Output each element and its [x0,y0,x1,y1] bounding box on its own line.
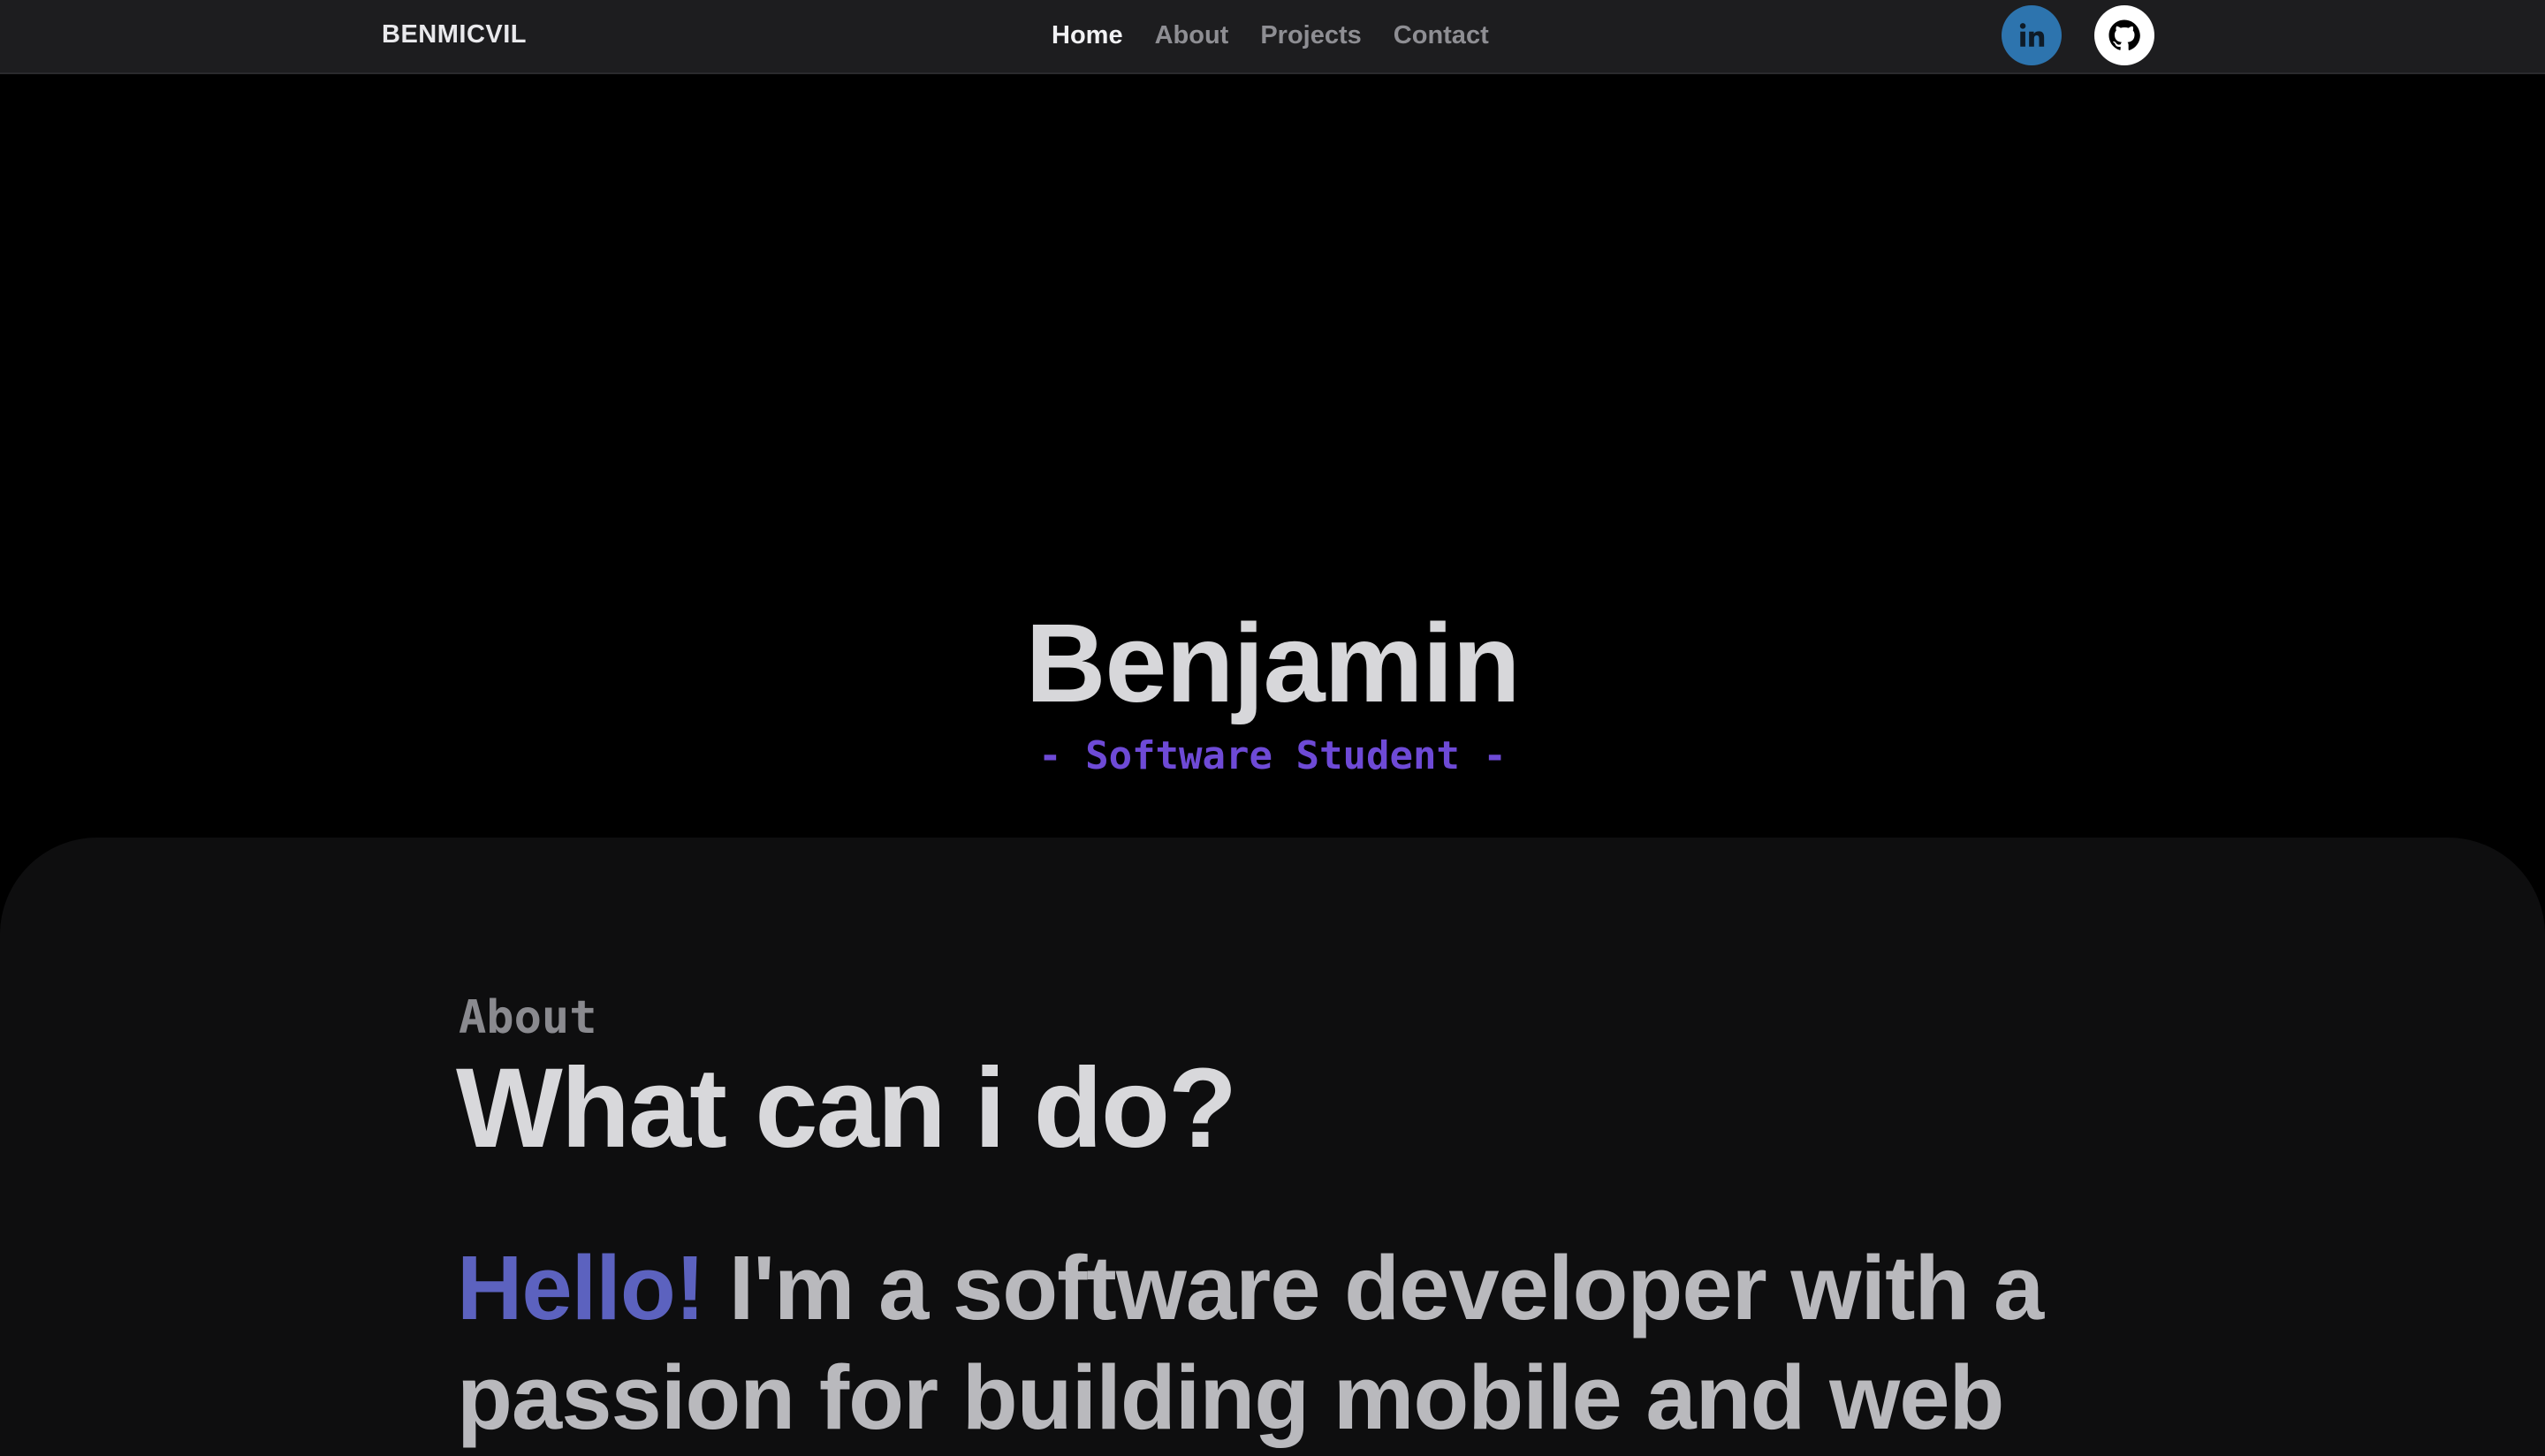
about-text: Hello! I'm a software developer with a p… [457,1233,2224,1452]
about-eyebrow: About [459,991,597,1044]
nav-link-projects[interactable]: Projects [1260,21,1361,50]
about-section: About What can i do? Hello! I'm a softwa… [0,838,2545,1456]
nav-link-contact[interactable]: Contact [1394,21,1489,50]
linkedin-button[interactable] [2002,5,2062,65]
about-heading: What can i do? [456,1045,1237,1172]
nav-link-about[interactable]: About [1155,21,1229,50]
navbar: BENMICVIL Home About Projects Contact [0,0,2545,74]
nav-links: Home About Projects Contact [1052,0,1489,71]
hero-tagline: - Software Student - [1038,733,1507,778]
nav-link-home[interactable]: Home [1052,21,1123,50]
linkedin-icon [2019,23,2045,47]
github-icon [2108,19,2140,50]
hero-name: Benjamin [1025,601,1520,725]
about-greeting: Hello! [457,1237,705,1338]
brand-logo[interactable]: BENMICVIL [382,0,527,71]
github-button[interactable] [2094,5,2154,65]
